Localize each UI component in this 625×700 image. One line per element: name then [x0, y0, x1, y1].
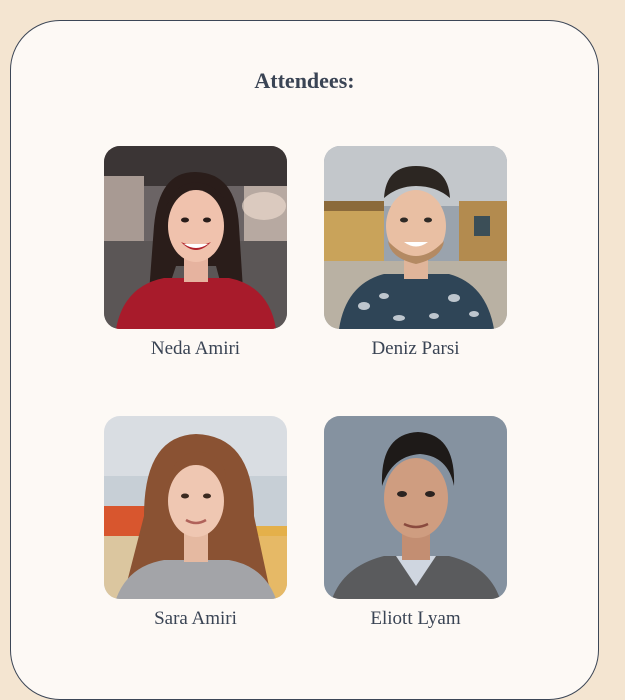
attendee-card[interactable]: Deniz Parsi — [324, 146, 507, 360]
attendee-name: Sara Amiri — [154, 608, 237, 629]
attendee-name: Deniz Parsi — [371, 338, 460, 359]
attendee-photo — [324, 416, 507, 599]
attendee-photo — [324, 146, 507, 329]
attendees-card: Attendees: Neda Amiri Deniz Parsi Sara A… — [10, 20, 599, 700]
attendees-heading: Attendees: — [254, 68, 355, 93]
attendee-name: Neda Amiri — [150, 338, 241, 359]
attendee-photo — [104, 416, 287, 599]
attendee-name: Eliott Lyam — [370, 608, 461, 629]
attendee-card[interactable]: Neda Amiri — [104, 146, 287, 360]
attendee-card[interactable]: Sara Amiri — [104, 416, 287, 630]
attendee-photo — [104, 146, 287, 329]
attendee-card[interactable]: Eliott Lyam — [324, 416, 507, 630]
